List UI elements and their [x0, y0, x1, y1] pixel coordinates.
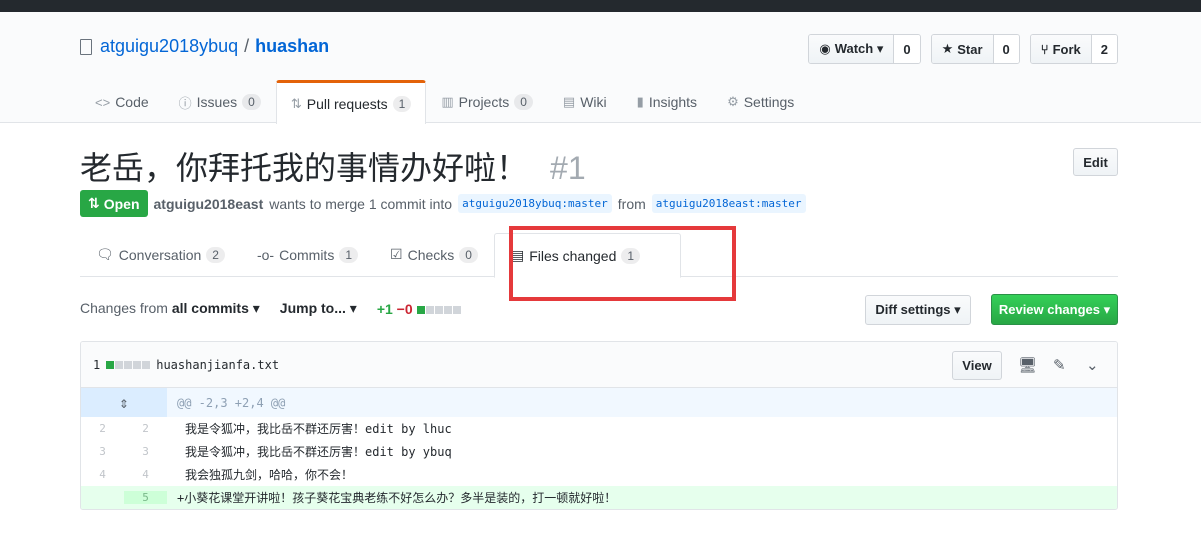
repo-name-link[interactable]: huashan	[255, 36, 329, 57]
pr-author-link[interactable]: atguigu2018east	[154, 196, 264, 212]
line-code: 我会独孤九剑，哈哈，你不会！	[185, 468, 354, 482]
gear-icon: ⚙	[727, 94, 739, 109]
pencil-icon[interactable]: ✎	[1053, 356, 1066, 374]
issue-icon: ⓘ	[178, 95, 192, 111]
pull-requests-count: 1	[392, 95, 412, 112]
star-button[interactable]: ★ Star	[931, 35, 994, 63]
new-line-number[interactable]: 4	[124, 468, 167, 481]
additions-count: +1	[376, 300, 393, 317]
tab-checks[interactable]: ☑ Checks 0	[374, 233, 494, 276]
highlight-annotation	[509, 226, 736, 301]
diff-line: 3 3 我是令狐冲，我比岳不群还厉害！edit by ybuq	[81, 440, 1117, 463]
comment-icon: 🗨	[96, 246, 114, 262]
checklist-icon: ☑	[390, 246, 403, 262]
tab-code[interactable]: <> Code	[80, 80, 164, 123]
issues-count: 0	[242, 94, 261, 110]
new-line-number[interactable]: 2	[124, 422, 167, 435]
pr-meta: ⇅ Open atguigu2018east wants to merge 1 c…	[80, 190, 806, 217]
file-diffstat-bar	[106, 360, 151, 369]
watch-button-group: ◉ Watch ▾ 0	[808, 34, 921, 64]
file-name[interactable]: huashanjianfa.txt	[156, 358, 279, 372]
tab-settings[interactable]: ⚙ Settings	[712, 80, 809, 123]
pr-title-text: 老岳，你拜托我的事情办好啦！	[80, 150, 529, 186]
diffstat-bar	[416, 305, 461, 314]
jump-to-dropdown[interactable]: Jump to... ▾	[280, 300, 357, 317]
tab-issues[interactable]: ⓘ Issues 0	[164, 80, 276, 123]
tab-projects[interactable]: ▥ Projects 0	[426, 80, 548, 123]
line-code: 我是令狐冲，我比岳不群还厉害！edit by ybuq	[185, 445, 452, 459]
head-ref[interactable]: atguigu2018east:master	[651, 194, 806, 213]
chevron-down-icon[interactable]: ⌄	[1086, 356, 1099, 374]
diffstat: +1 −0	[377, 301, 461, 317]
top-bar	[0, 0, 1201, 12]
diff-settings-button[interactable]: Diff settings ▾	[865, 295, 971, 325]
graph-icon: ▮	[636, 94, 644, 109]
diff-line-added: 5 +小葵花课堂开讲啦！孩子葵花宝典老练不好怎么办？多半是装的，打一顿就好啦！	[81, 486, 1117, 509]
pr-title: 老岳，你拜托我的事情办好啦！ #1	[80, 143, 586, 189]
pr-number: #1	[550, 150, 586, 186]
star-count[interactable]: 0	[993, 35, 1019, 63]
file-changes-count: 1	[93, 357, 101, 372]
repo-separator: /	[244, 36, 250, 56]
book-icon: ▤	[562, 94, 576, 109]
tab-commits[interactable]: -o- Commits 1	[241, 233, 374, 276]
changes-from-dropdown[interactable]: Changes from all commits ▾	[80, 300, 260, 317]
watch-button[interactable]: ◉ Watch ▾	[809, 35, 895, 63]
project-icon: ▥	[441, 94, 454, 109]
line-code: +小葵花课堂开讲啦！孩子葵花宝典老练不好怎么办？多半是装的，打一顿就好啦！	[177, 491, 617, 505]
new-line-number[interactable]: 5	[124, 491, 167, 504]
code-icon: <>	[95, 94, 111, 110]
review-changes-button[interactable]: Review changes ▾	[991, 294, 1118, 325]
tab-conversation[interactable]: 🗨 Conversation 2	[80, 233, 241, 276]
tab-wiki[interactable]: ▤ Wiki	[548, 80, 622, 123]
tab-insights[interactable]: ▮ Insights	[622, 80, 712, 123]
merge-text: wants to merge 1 commit into	[269, 195, 453, 212]
fork-count[interactable]: 2	[1091, 35, 1117, 63]
diff-line: 2 2 我是令狐冲，我比岳不群还厉害！edit by lhuc	[81, 417, 1117, 440]
projects-count: 0	[514, 94, 533, 110]
repo-title: atguigu2018ybuq / huashan	[80, 36, 329, 57]
expand-icon[interactable]: ⇕	[81, 388, 167, 417]
file-diff: 1 huashanjianfa.txt View 🖥 ✎ ⌄ ⇕ @@ -2,3…	[80, 341, 1118, 510]
repo-header: atguigu2018ybuq / huashan ◉ Watch ▾ 0 ★ St…	[0, 12, 1201, 124]
old-line-number[interactable]: 4	[81, 468, 124, 481]
repo-owner-link[interactable]: atguigu2018ybuq	[100, 36, 238, 57]
star-button-group: ★ Star 0	[930, 34, 1020, 64]
base-ref[interactable]: atguigu2018ybuq:master	[458, 194, 612, 213]
fork-button-group: ⑂ Fork 2	[1029, 34, 1118, 64]
from-text: from	[617, 195, 646, 212]
desktop-icon[interactable]: 🖥	[1018, 356, 1037, 374]
edit-button[interactable]: Edit	[1073, 148, 1118, 176]
old-line-number[interactable]: 2	[81, 422, 124, 435]
old-line-number[interactable]: 3	[81, 445, 124, 458]
fork-button[interactable]: ⑂ Fork	[1030, 35, 1092, 63]
hunk-header: ⇕ @@ -2,3 +2,4 @@	[81, 388, 1117, 417]
commit-icon: -o-	[256, 246, 275, 263]
fork-icon: ⑂	[1040, 41, 1049, 57]
pull-request-icon: ⇅	[290, 95, 302, 111]
deletions-count: −0	[396, 300, 413, 317]
watch-count[interactable]: 0	[894, 35, 920, 63]
star-icon: ★	[941, 41, 954, 56]
repo-actions: ◉ Watch ▾ 0 ★ Star 0 ⑂ Fork 2	[808, 34, 1118, 64]
tab-pull-requests[interactable]: ⇅ Pull requests 1	[275, 80, 427, 124]
new-line-number[interactable]: 3	[124, 445, 167, 458]
line-code: 我是令狐冲，我比岳不群还厉害！edit by lhuc	[185, 422, 452, 436]
repo-nav-tabs: <> Code ⓘ Issues 0 ⇅ Pull requests 1 ▥ Project…	[80, 80, 809, 124]
diff-toolbar: Changes from all commits ▾ Jump to... ▾ …	[80, 300, 461, 317]
hunk-header-text: @@ -2,3 +2,4 @@	[177, 395, 286, 410]
repo-icon	[80, 38, 92, 55]
diff-line: 4 4 我会独孤九剑，哈哈，你不会！	[81, 463, 1117, 486]
eye-icon: ◉	[819, 41, 831, 56]
pull-request-icon: ⇅	[88, 195, 100, 211]
view-file-button[interactable]: View	[952, 351, 1002, 380]
status-badge: ⇅ Open	[80, 190, 148, 217]
file-header: 1 huashanjianfa.txt View 🖥 ✎ ⌄	[81, 342, 1117, 388]
